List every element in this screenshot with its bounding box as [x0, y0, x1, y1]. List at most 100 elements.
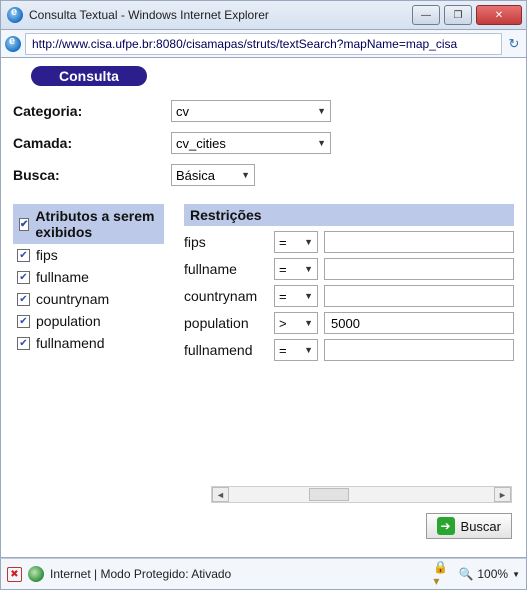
lower-panels: ✔ Atributos a serem exibidos ✔ fips ✔ fu…	[13, 204, 514, 361]
zoom-value: 100%	[477, 567, 508, 581]
restriction-value-input[interactable]	[324, 339, 514, 361]
restriction-value-input[interactable]	[324, 312, 514, 334]
attr-item[interactable]: ✔ fips	[13, 244, 164, 266]
ie-icon	[7, 7, 23, 23]
page-icon	[5, 36, 21, 52]
minimize-button[interactable]: —	[412, 5, 440, 25]
blocked-icon[interactable]: ✖	[7, 567, 22, 582]
buscar-label: Buscar	[461, 519, 501, 534]
titlebar-left: Consulta Textual - Windows Internet Expl…	[7, 7, 269, 23]
attr-item[interactable]: ✔ fullnamend	[13, 332, 164, 354]
select-busca[interactable]: Básica ▼	[171, 164, 255, 186]
row-categoria: Categoria: cv ▼	[13, 100, 514, 122]
restriction-op-value: =	[279, 343, 287, 358]
scroll-thumb[interactable]	[309, 488, 349, 501]
close-button[interactable]: ✕	[476, 5, 522, 25]
restriction-row: countrynam = ▼	[184, 285, 514, 307]
restriction-name: fips	[184, 234, 268, 250]
buscar-button[interactable]: ➔ Buscar	[426, 513, 512, 539]
restriction-op-value: =	[279, 262, 287, 277]
chevron-down-icon: ▼	[304, 237, 313, 247]
maximize-button[interactable]: ❐	[444, 5, 472, 25]
refresh-icon[interactable]: ↻	[506, 36, 522, 52]
restriction-op-select[interactable]: = ▼	[274, 231, 318, 253]
restriction-op-select[interactable]: = ▼	[274, 285, 318, 307]
chevron-down-icon: ▼	[241, 170, 250, 180]
row-busca: Busca: Básica ▼	[13, 164, 514, 186]
status-left: ✖ Internet | Modo Protegido: Ativado	[7, 566, 231, 582]
address-bar: ↻	[0, 30, 527, 58]
restriction-op-select[interactable]: > ▼	[274, 312, 318, 334]
restriction-op-value: =	[279, 289, 287, 304]
select-categoria-value: cv	[176, 104, 189, 119]
status-right: 🔒▾ 🔍 100% ▼	[433, 566, 520, 582]
attr-label: countrynam	[36, 291, 109, 307]
label-busca: Busca:	[13, 167, 171, 183]
row-camada: Camada: cv_cities ▼	[13, 132, 514, 154]
status-text: Internet | Modo Protegido: Ativado	[50, 567, 231, 581]
restriction-op-select[interactable]: = ▼	[274, 339, 318, 361]
restriction-op-value: >	[279, 316, 287, 331]
restriction-row: fips = ▼	[184, 231, 514, 253]
arrow-right-icon: ➔	[437, 517, 455, 535]
attr-label: fullname	[36, 269, 89, 285]
attributes-panel: ✔ Atributos a serem exibidos ✔ fips ✔ fu…	[13, 204, 164, 361]
attributes-title: Atributos a serem exibidos	[35, 208, 158, 240]
checkbox-icon[interactable]: ✔	[17, 271, 30, 284]
restriction-name: fullname	[184, 261, 268, 277]
select-categoria[interactable]: cv ▼	[171, 100, 331, 122]
panel-title: Consulta	[31, 66, 147, 86]
chevron-down-icon: ▼	[317, 106, 326, 116]
restriction-value-input[interactable]	[324, 231, 514, 253]
window-titlebar: Consulta Textual - Windows Internet Expl…	[0, 0, 527, 30]
attr-item[interactable]: ✔ population	[13, 310, 164, 332]
scroll-track[interactable]	[229, 488, 494, 501]
restriction-name: population	[184, 315, 268, 331]
chevron-down-icon: ▼	[317, 138, 326, 148]
checkbox-icon[interactable]: ✔	[17, 293, 30, 306]
label-categoria: Categoria:	[13, 103, 171, 119]
select-camada[interactable]: cv_cities ▼	[171, 132, 331, 154]
restriction-op-select[interactable]: = ▼	[274, 258, 318, 280]
attributes-header: ✔ Atributos a serem exibidos	[13, 204, 164, 244]
scroll-left-button[interactable]: ◄	[212, 487, 229, 502]
select-camada-value: cv_cities	[176, 136, 226, 151]
scroll-right-button[interactable]: ►	[494, 487, 511, 502]
url-input[interactable]	[25, 33, 502, 55]
window-controls: — ❐ ✕	[412, 5, 522, 25]
chevron-down-icon: ▼	[304, 345, 313, 355]
lock-icon[interactable]: 🔒▾	[433, 566, 449, 582]
attr-item[interactable]: ✔ fullname	[13, 266, 164, 288]
restriction-value-input[interactable]	[324, 258, 514, 280]
checkbox-icon[interactable]: ✔	[17, 337, 30, 350]
restriction-value-input[interactable]	[324, 285, 514, 307]
checkbox-icon[interactable]: ✔	[17, 315, 30, 328]
restrictions-panel: Restrições fips = ▼ fullname = ▼ country…	[184, 204, 514, 361]
restriction-op-value: =	[279, 235, 287, 250]
attr-label: population	[36, 313, 101, 329]
select-busca-value: Básica	[176, 168, 215, 183]
chevron-down-icon: ▼	[304, 291, 313, 301]
restriction-name: countrynam	[184, 288, 268, 304]
attr-label: fips	[36, 247, 58, 263]
attr-label: fullnamend	[36, 335, 105, 351]
status-bar: ✖ Internet | Modo Protegido: Ativado 🔒▾ …	[0, 558, 527, 590]
query-form: Categoria: cv ▼ Camada: cv_cities ▼ Busc…	[13, 100, 514, 186]
window-title: Consulta Textual - Windows Internet Expl…	[29, 8, 269, 22]
chevron-down-icon: ▼	[304, 318, 313, 328]
zoom-control[interactable]: 🔍 100% ▼	[459, 567, 520, 581]
restriction-row: population > ▼	[184, 312, 514, 334]
globe-icon	[28, 566, 44, 582]
attr-item[interactable]: ✔ countrynam	[13, 288, 164, 310]
horizontal-scrollbar[interactable]: ◄ ►	[211, 486, 512, 503]
restriction-row: fullname = ▼	[184, 258, 514, 280]
restriction-row: fullnamend = ▼	[184, 339, 514, 361]
restriction-name: fullnamend	[184, 342, 268, 358]
checkbox-icon[interactable]: ✔	[17, 249, 30, 262]
chevron-down-icon: ▼	[512, 570, 520, 579]
chk-all-icon[interactable]: ✔	[19, 218, 29, 231]
page-content: Consulta Categoria: cv ▼ Camada: cv_citi…	[0, 58, 527, 558]
restrictions-title: Restrições	[184, 204, 514, 226]
label-camada: Camada:	[13, 135, 171, 151]
zoom-icon: 🔍	[459, 567, 473, 581]
